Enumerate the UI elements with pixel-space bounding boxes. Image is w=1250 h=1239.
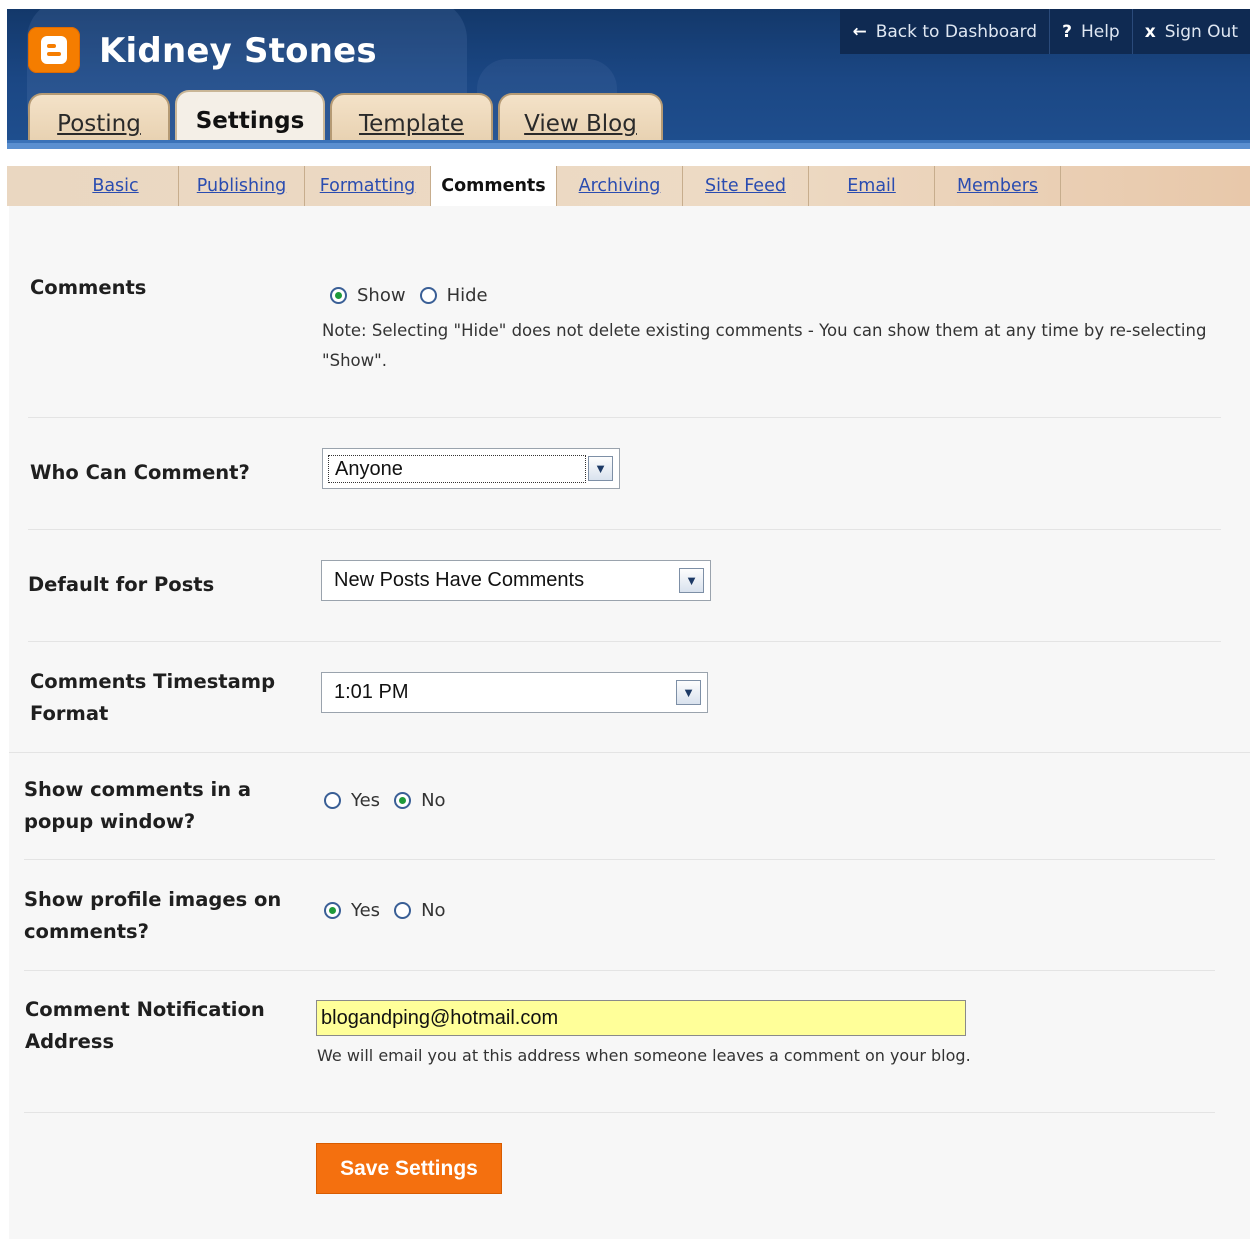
- comments-note-line2: "Show".: [322, 351, 387, 370]
- subtab-formatting[interactable]: Formatting: [305, 166, 431, 206]
- help-icon: ?: [1062, 21, 1072, 42]
- default-for-posts-value: New Posts Have Comments: [334, 569, 585, 591]
- sign-out-label: Sign Out: [1164, 21, 1238, 42]
- profile-images-label-line1: Show profile images on: [24, 888, 282, 911]
- timestamp-format-value: 1:01 PM: [334, 681, 409, 703]
- back-arrow-icon: ←: [852, 21, 867, 42]
- settings-subtabs: Basic Publishing Formatting Comments Arc…: [7, 166, 1250, 206]
- blog-title: Kidney Stones: [99, 31, 377, 71]
- help-label: Help: [1080, 21, 1120, 42]
- popup-yes-radio[interactable]: [324, 792, 341, 809]
- profile-images-radio-group: Yes No: [324, 900, 460, 921]
- header-strip: [7, 140, 1250, 149]
- chevron-down-icon: ▼: [679, 568, 704, 593]
- back-to-dashboard-link[interactable]: ← Back to Dashboard: [840, 9, 1049, 54]
- divider: [28, 417, 1221, 418]
- sign-out-icon: x: [1144, 21, 1156, 42]
- profile-images-label-line2: comments?: [24, 920, 149, 943]
- popup-yes-label: Yes: [351, 790, 381, 811]
- who-can-comment-label: Who Can Comment?: [30, 461, 250, 484]
- blog-header: Kidney Stones ← Back to Dashboard ? Help…: [7, 9, 1250, 149]
- who-can-comment-select[interactable]: Anyone ▼: [322, 448, 620, 489]
- timestamp-format-label-line1: Comments Timestamp: [30, 670, 276, 693]
- save-settings-button[interactable]: Save Settings: [316, 1143, 502, 1194]
- notification-label-line1: Comment Notification: [25, 998, 265, 1021]
- notification-help-text: We will email you at this address when s…: [317, 1046, 971, 1065]
- comments-note-line1: Note: Selecting "Hide" does not delete e…: [322, 321, 1207, 340]
- subtab-basic[interactable]: Basic: [53, 166, 179, 206]
- subtab-publishing[interactable]: Publishing: [179, 166, 305, 206]
- comments-show-label: Show: [357, 285, 406, 306]
- profile-yes-radio[interactable]: [324, 902, 341, 919]
- subtab-email[interactable]: Email: [809, 166, 935, 206]
- help-link[interactable]: ? Help: [1049, 9, 1132, 54]
- profile-yes-label: Yes: [351, 900, 381, 921]
- who-can-comment-value: Anyone: [328, 454, 586, 483]
- timestamp-format-select[interactable]: 1:01 PM ▼: [321, 672, 708, 713]
- profile-no-label: No: [421, 900, 446, 921]
- chevron-down-icon: ▼: [588, 456, 613, 481]
- chevron-down-icon: ▼: [676, 680, 701, 705]
- default-for-posts-label: Default for Posts: [28, 573, 215, 596]
- subtab-archiving[interactable]: Archiving: [557, 166, 683, 206]
- top-links: ← Back to Dashboard ? Help x Sign Out: [840, 9, 1250, 54]
- profile-no-radio[interactable]: [394, 902, 412, 919]
- popup-window-label-line2: popup window?: [24, 810, 196, 833]
- comments-label: Comments: [30, 276, 147, 299]
- settings-form: Comments Show Hide Note: Selecting "Hide…: [9, 206, 1250, 1239]
- divider: [24, 970, 1215, 971]
- divider: [28, 641, 1221, 642]
- comments-show-radio[interactable]: [330, 287, 347, 304]
- subtab-members[interactable]: Members: [935, 166, 1061, 206]
- popup-no-radio[interactable]: [394, 792, 412, 809]
- timestamp-format-label-line2: Format: [30, 702, 109, 725]
- divider: [24, 859, 1215, 860]
- subtab-comments[interactable]: Comments: [431, 166, 557, 206]
- notification-label-line2: Address: [25, 1030, 115, 1053]
- sign-out-link[interactable]: x Sign Out: [1131, 9, 1250, 54]
- comments-hide-label: Hide: [446, 285, 488, 306]
- notification-email-input[interactable]: blogandping@hotmail.com: [316, 1000, 966, 1036]
- divider: [9, 752, 1250, 753]
- subtab-site-feed[interactable]: Site Feed: [683, 166, 809, 206]
- blogger-logo-icon[interactable]: [28, 27, 80, 73]
- divider: [28, 529, 1221, 530]
- comments-hide-radio[interactable]: [419, 287, 437, 304]
- popup-window-radio-group: Yes No: [324, 790, 460, 811]
- comments-radio-group: Show Hide: [330, 285, 502, 306]
- back-to-dashboard-label: Back to Dashboard: [875, 21, 1038, 42]
- popup-window-label-line1: Show comments in a: [24, 778, 252, 801]
- divider: [24, 1112, 1215, 1113]
- popup-no-label: No: [421, 790, 446, 811]
- default-for-posts-select[interactable]: New Posts Have Comments ▼: [321, 560, 711, 601]
